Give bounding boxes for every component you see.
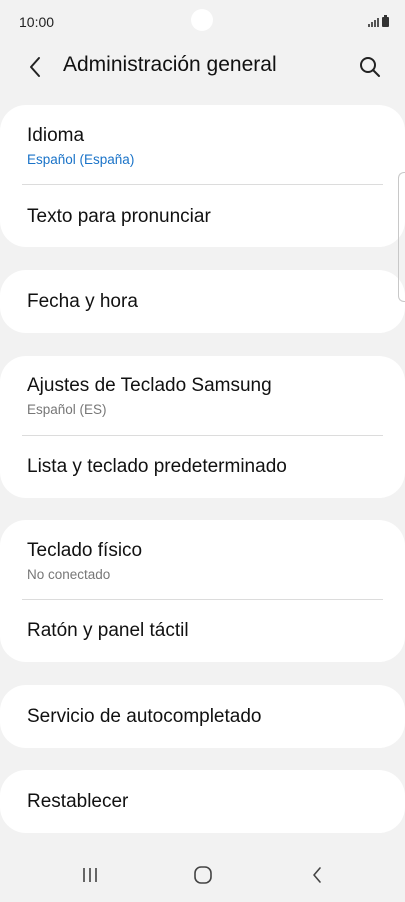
card-language: Idioma Español (España) Texto para pronu… xyxy=(0,105,405,247)
setting-title: Servicio de autocompletado xyxy=(27,706,262,727)
back-button[interactable] xyxy=(20,52,50,82)
recents-icon xyxy=(83,868,97,882)
navigation-bar xyxy=(0,846,405,902)
setting-item-raton-panel[interactable]: Ratón y panel táctil xyxy=(0,600,405,662)
setting-item-autocompletado[interactable]: Servicio de autocompletado xyxy=(0,685,405,748)
camera-cutout xyxy=(191,9,213,31)
status-time: 10:00 xyxy=(19,14,55,30)
setting-item-lista-teclado[interactable]: Lista y teclado predeterminado xyxy=(0,436,405,498)
setting-item-ajustes-teclado[interactable]: Ajustes de Teclado Samsung Español (ES) xyxy=(0,356,405,436)
chevron-left-icon xyxy=(30,57,40,77)
setting-title: Ajustes de Teclado Samsung xyxy=(27,375,272,396)
recents-button[interactable] xyxy=(70,860,110,890)
setting-item-teclado-fisico[interactable]: Teclado físico No conectado xyxy=(0,520,405,600)
setting-title: Restablecer xyxy=(27,791,129,812)
status-bar: 10:00 xyxy=(0,0,405,44)
search-button[interactable] xyxy=(355,52,385,82)
card-date: Fecha y hora xyxy=(0,270,405,333)
card-input-devices: Teclado físico No conectado Ratón y pane… xyxy=(0,520,405,662)
setting-title: Texto para pronunciar xyxy=(27,206,211,227)
setting-item-texto-pronunciar[interactable]: Texto para pronunciar xyxy=(0,185,405,247)
setting-subtitle: No conectado xyxy=(27,567,111,582)
back-nav-button[interactable] xyxy=(297,860,337,890)
back-icon xyxy=(313,867,321,883)
setting-item-restablecer[interactable]: Restablecer xyxy=(0,770,405,833)
scrollbar[interactable] xyxy=(398,172,405,302)
search-icon xyxy=(360,57,380,77)
setting-item-idioma[interactable]: Idioma Español (España) xyxy=(0,105,405,185)
setting-item-fecha-hora[interactable]: Fecha y hora xyxy=(0,270,405,333)
setting-title: Lista y teclado predeterminado xyxy=(27,456,287,477)
setting-title: Ratón y panel táctil xyxy=(27,620,189,641)
card-reset: Restablecer xyxy=(0,770,405,833)
setting-subtitle: Español (España) xyxy=(27,152,135,167)
setting-title: Teclado físico xyxy=(27,540,143,561)
status-icons xyxy=(365,15,389,27)
app-header: Administración general xyxy=(0,44,405,88)
setting-title: Idioma xyxy=(27,125,85,146)
home-icon xyxy=(194,866,212,884)
setting-title: Fecha y hora xyxy=(27,291,138,312)
battery-icon xyxy=(382,15,389,27)
page-title: Administración general xyxy=(63,53,277,76)
home-button[interactable] xyxy=(183,860,223,890)
card-autofill: Servicio de autocompletado xyxy=(0,685,405,748)
setting-subtitle: Español (ES) xyxy=(27,402,107,417)
card-keyboard: Ajustes de Teclado Samsung Español (ES) … xyxy=(0,356,405,498)
